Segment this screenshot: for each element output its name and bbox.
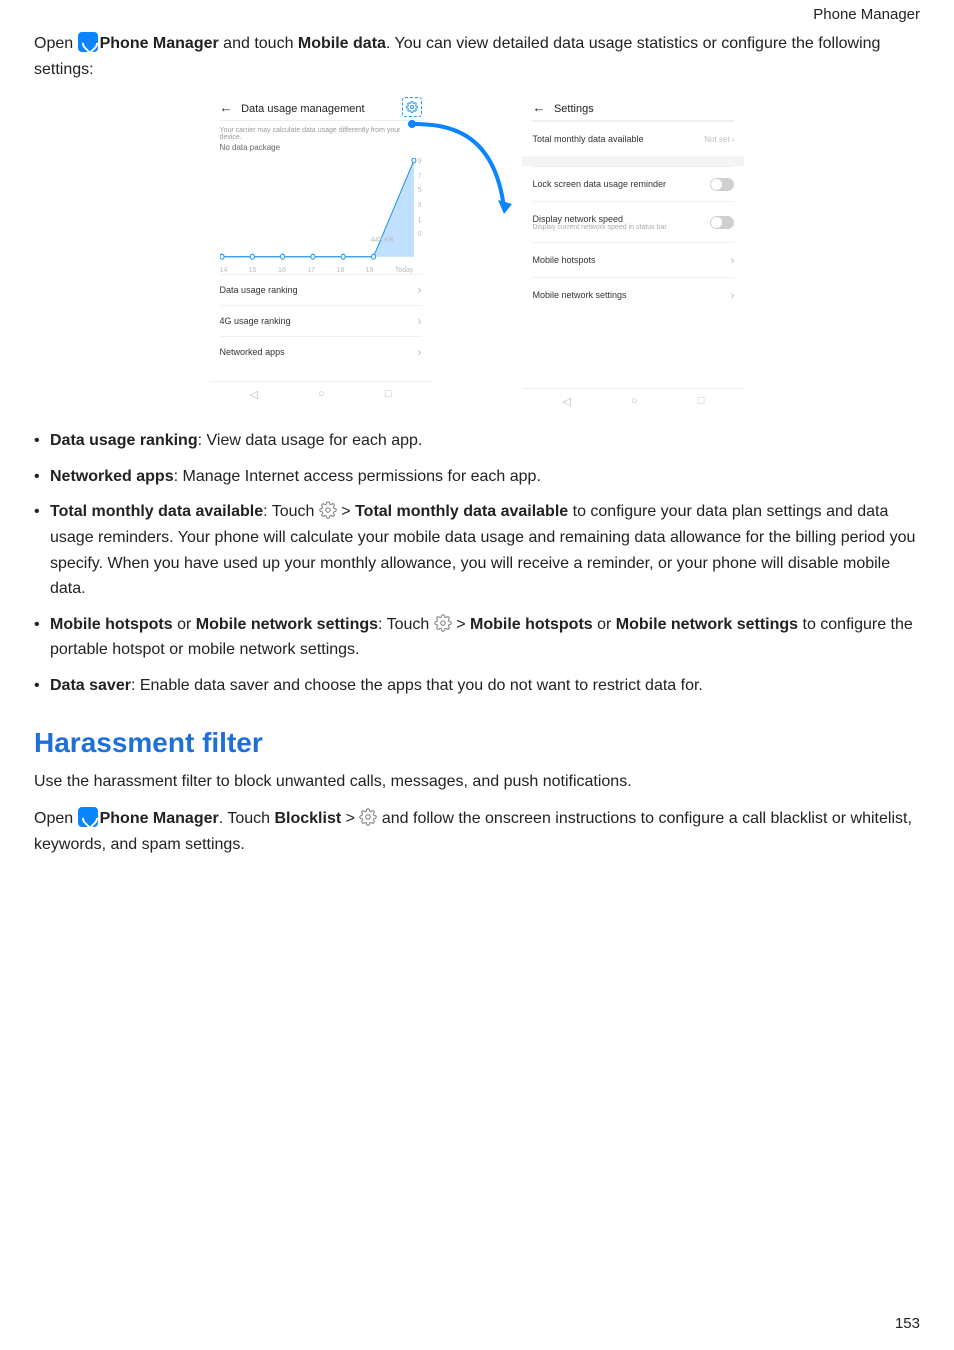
nav-home-icon[interactable]: ○ xyxy=(318,388,325,400)
text: Open xyxy=(34,35,78,52)
app-name: Phone Manager xyxy=(100,35,219,52)
total-monthly-row[interactable]: Total monthly data available Not set › xyxy=(532,121,734,156)
nav-back-icon[interactable]: ◁ xyxy=(562,395,570,408)
section-heading-harassment-filter: Harassment filter xyxy=(34,727,920,759)
nav-back-icon[interactable]: ◁ xyxy=(250,388,258,401)
intro-paragraph: Open Phone Manager and touch Mobile data… xyxy=(34,31,920,82)
list-item: Data saver: Enable data saver and choose… xyxy=(50,673,920,699)
data-usage-ranking-row[interactable]: Data usage ranking› xyxy=(220,274,422,305)
back-icon[interactable]: ← xyxy=(532,100,545,115)
mobile-hotspots-row[interactable]: Mobile hotspots › xyxy=(532,242,734,277)
lock-screen-reminder-row[interactable]: Lock screen data usage reminder xyxy=(532,166,734,201)
data-usage-chart: 9 7 5 3 1 0 xyxy=(220,158,422,274)
mobile-network-settings-row[interactable]: Mobile network settings › xyxy=(532,277,734,312)
android-nav-bar: ◁ ○ □ xyxy=(522,388,744,413)
callout-arrow xyxy=(442,118,512,168)
mobile-data-label: Mobile data xyxy=(298,35,386,52)
screen-title: Data usage management xyxy=(241,103,365,115)
harassment-intro: Use the harassment filter to block unwan… xyxy=(34,769,920,795)
data-usage-management-screen: ← Data usage management Your carrier may… xyxy=(210,94,432,404)
toggle-switch[interactable] xyxy=(710,216,734,229)
phone-manager-app-icon xyxy=(78,32,98,52)
chart-data-label: 443 KB xyxy=(371,237,394,244)
harassment-instructions: Open Phone Manager. Touch Blocklist > an… xyxy=(34,806,920,857)
chevron-right-icon: › xyxy=(418,314,422,328)
android-nav-bar: ◁ ○ □ xyxy=(210,381,432,406)
4g-usage-ranking-row[interactable]: 4G usage ranking› xyxy=(220,305,422,336)
gear-icon xyxy=(319,501,337,519)
gear-icon xyxy=(434,614,452,632)
screen-title: Settings xyxy=(554,103,594,115)
phone-manager-app-icon xyxy=(78,807,98,827)
list-item: Mobile hotspots or Mobile network settin… xyxy=(50,612,920,663)
back-icon[interactable]: ← xyxy=(220,100,233,115)
list-item: Data usage ranking: View data usage for … xyxy=(50,428,920,454)
toggle-switch[interactable] xyxy=(710,178,734,191)
gear-icon xyxy=(359,808,377,826)
settings-screen: ← Settings Total monthly data available … xyxy=(522,94,744,404)
text: and touch xyxy=(219,35,298,52)
chevron-right-icon: › xyxy=(730,253,734,267)
screenshot-composite: ← Data usage management Your carrier may… xyxy=(34,94,920,404)
networked-apps-row[interactable]: Networked apps› xyxy=(220,336,422,367)
page-header-section: Phone Manager xyxy=(34,6,920,23)
nav-home-icon[interactable]: ○ xyxy=(631,395,638,407)
feature-bullet-list: Data usage ranking: View data usage for … xyxy=(34,428,920,698)
chevron-right-icon: › xyxy=(418,283,422,297)
chevron-right-icon: › xyxy=(730,288,734,302)
nav-recent-icon[interactable]: □ xyxy=(385,388,392,400)
chevron-right-icon: › xyxy=(732,135,735,144)
chevron-right-icon: › xyxy=(418,345,422,359)
display-network-speed-row[interactable]: Display network speed Display current ne… xyxy=(532,201,734,242)
page-number: 153 xyxy=(895,1315,920,1332)
list-item: Total monthly data available: Touch > To… xyxy=(50,499,920,601)
settings-gear-icon[interactable] xyxy=(402,97,422,117)
list-item: Networked apps: Manage Internet access p… xyxy=(50,464,920,490)
nav-recent-icon[interactable]: □ xyxy=(698,395,705,407)
carrier-note: Your carrier may calculate data usage di… xyxy=(220,120,422,154)
